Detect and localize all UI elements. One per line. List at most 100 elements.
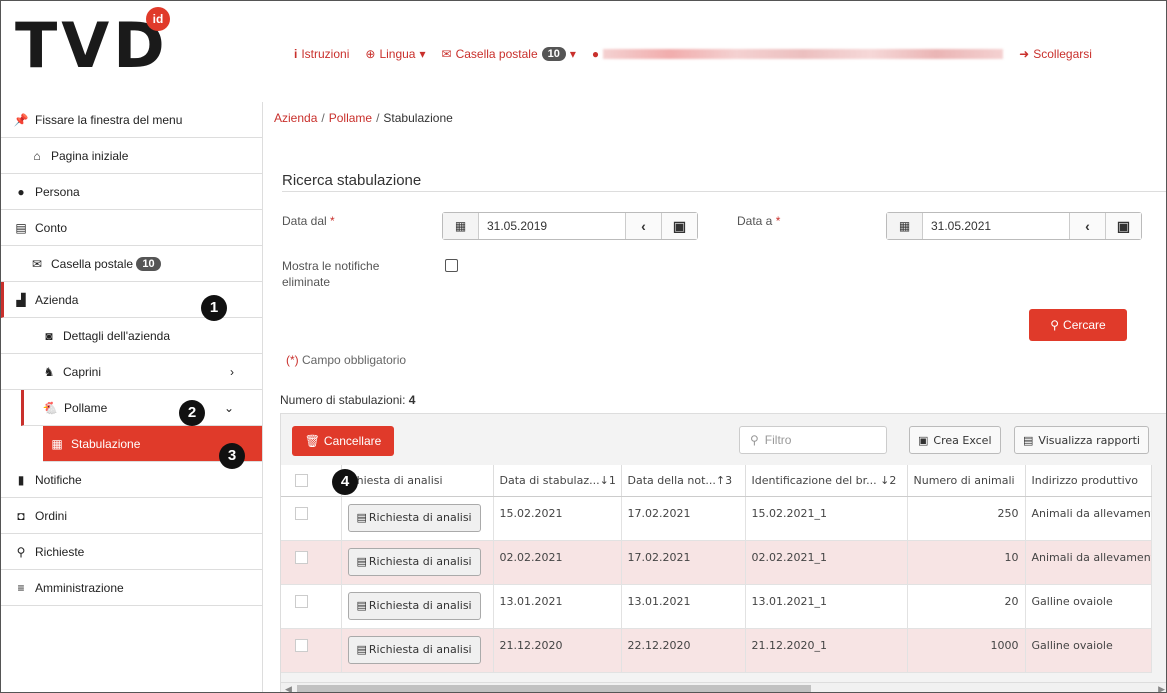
cell-id: 13.01.2021_1: [745, 584, 908, 629]
chicken-icon: 🐔: [42, 400, 58, 415]
id-card-icon: ▤: [15, 220, 27, 235]
date-to-input[interactable]: 31.05.2021: [923, 213, 1069, 239]
main-content: Azienda / Pollame / Stabulazione Ricerca sta…: [264, 102, 1166, 692]
analysis-request-button[interactable]: ▤ Richiesta di analisi: [347, 591, 481, 620]
sidebar-item-mailbox[interactable]: ✉ Casella postale 10: [1, 246, 262, 282]
row-checkbox[interactable]: [295, 550, 308, 564]
caret-down-icon: ▾: [419, 47, 426, 61]
industry-icon: ▟: [16, 292, 26, 307]
date-to-label: Data a *: [737, 214, 781, 228]
sidebar-item-account[interactable]: ▤ Conto: [1, 210, 262, 246]
user-name-redacted: [603, 49, 1004, 59]
sidebar-item-pin[interactable]: 📌 Fissare la finestra del menu: [1, 102, 262, 138]
title-divider: [282, 191, 1166, 192]
analysis-request-button[interactable]: ▤ Richiesta di analisi: [347, 547, 481, 576]
cell-date-notice: 17.02.2021: [621, 496, 746, 541]
step-marker-2: 2: [179, 400, 205, 426]
mailbox-count-badge: 10: [136, 256, 161, 271]
column-header[interactable]: Numero di animali: [907, 465, 1026, 497]
cell-animals: 20: [907, 584, 1026, 629]
date-from-label: Data dal *: [282, 214, 335, 228]
bag-icon: ◘: [17, 508, 25, 523]
column-header[interactable]: ichiesta di analisi: [341, 465, 494, 497]
select-all-checkbox[interactable]: [295, 473, 308, 487]
user-menu[interactable]: ●: [591, 47, 1004, 61]
sidebar-item-admin[interactable]: ≡ Amministrazione: [1, 570, 262, 606]
results-table: ichiesta di analisi Data di stabulaz...↓…: [281, 465, 1152, 673]
table-row[interactable]: ▤ Richiesta di analisi 02.02.2021 17.02.2…: [281, 540, 1152, 585]
scroll-right-icon[interactable]: ▶: [1158, 683, 1165, 692]
calendar-icon: ▦: [443, 213, 479, 239]
cell-date-housing: 21.12.2020: [493, 628, 622, 673]
breadcrumb-current: Stabulazione: [383, 111, 453, 125]
list-icon: ▤: [356, 643, 367, 656]
filter-input[interactable]: ⚲ Filtro: [739, 426, 887, 454]
info-icon: i: [294, 47, 298, 61]
cell-date-housing: 02.02.2021: [493, 540, 622, 585]
sidebar-item-requests[interactable]: ⚲ Richieste: [1, 534, 262, 570]
envelope-icon: ✉: [441, 47, 452, 61]
analysis-request-button[interactable]: ▤ Richiesta di analisi: [347, 503, 481, 532]
page-frame: TVD id i Istruzioni ⊕ Lingua ▾ ✉ Casella pos…: [0, 0, 1167, 693]
table-row[interactable]: ▤ Richiesta di analisi 15.02.2021 17.02.2…: [281, 496, 1152, 541]
sidebar-item-home[interactable]: ⌂ Pagina iniziale: [1, 138, 262, 174]
sidebar-item-orders[interactable]: ◘ Ordini: [1, 498, 262, 534]
row-checkbox[interactable]: [295, 594, 308, 608]
column-header[interactable]: Data della not...↑3: [621, 465, 746, 497]
sidebar-item-person[interactable]: ● Persona: [1, 174, 262, 210]
sign-out-icon: ➜: [1019, 47, 1030, 61]
list-icon: ▤: [356, 511, 367, 524]
results-panel: 🗑 Cancellare ⚲ Filtro ▣ Crea Excel ▤ Visuali…: [280, 413, 1166, 692]
cell-type: Galline ovaiole: [1025, 584, 1152, 629]
date-from-input[interactable]: 31.05.2019: [479, 213, 625, 239]
row-checkbox[interactable]: [295, 506, 308, 520]
top-nav: i Istruzioni ⊕ Lingua ▾ ✉ Casella postale 10 ▾…: [294, 47, 1092, 61]
language-menu[interactable]: ⊕ Lingua ▾: [365, 47, 425, 61]
cell-type: Animali da allevament: [1025, 496, 1152, 541]
horizontal-scrollbar[interactable]: ◀ ▶: [281, 682, 1166, 692]
chevron-right-icon: ›: [230, 364, 234, 379]
excel-file-icon: ▣: [918, 433, 929, 447]
show-deleted-checkbox[interactable]: [445, 259, 458, 272]
step-marker-1: 1: [201, 295, 227, 321]
cell-date-notice: 22.12.2020: [621, 628, 746, 673]
cell-date-notice: 17.02.2021: [621, 540, 746, 585]
create-excel-button[interactable]: ▣ Crea Excel: [909, 426, 1001, 454]
scroll-thumb[interactable]: [297, 685, 811, 692]
mailbox-menu[interactable]: ✉ Casella postale 10 ▾: [442, 47, 576, 61]
show-deleted-label: Mostra le notifiche eliminate: [282, 259, 380, 289]
date-from-prev-button[interactable]: ‹: [625, 213, 661, 239]
caret-down-icon: ▾: [569, 47, 576, 61]
date-to-picker-button[interactable]: ▣: [1105, 213, 1141, 239]
logout-link[interactable]: ➜ Scollegarsi: [1019, 47, 1092, 61]
sidebar-item-company-details[interactable]: ◙ Dettagli dell'azienda: [1, 318, 262, 354]
cell-type: Animali da allevament: [1025, 540, 1152, 585]
logo-badge: id: [146, 7, 170, 31]
delete-button[interactable]: 🗑 Cancellare: [292, 426, 394, 456]
date-to-prev-button[interactable]: ‹: [1069, 213, 1105, 239]
breadcrumb-poultry[interactable]: Pollame: [329, 111, 372, 125]
search-button[interactable]: ⚲ Cercare: [1029, 309, 1127, 341]
sidebar-item-poultry[interactable]: 🐔 Pollame ⌄: [21, 390, 262, 426]
date-to-field: ▦ 31.05.2021 ‹ ▣: [886, 212, 1142, 240]
column-header[interactable]: Identificazione del br... ↓2: [745, 465, 908, 497]
date-from-picker-button[interactable]: ▣: [661, 213, 697, 239]
row-checkbox[interactable]: [295, 638, 308, 652]
sidebar-item-notifications[interactable]: ▮ Notifiche: [1, 462, 262, 498]
view-reports-button[interactable]: ▤ Visualizza rapporti: [1014, 426, 1149, 454]
table-row[interactable]: ▤ Richiesta di analisi 21.12.2020 22.12.2…: [281, 628, 1152, 673]
user-icon: ●: [591, 47, 600, 61]
column-header[interactable]: Indirizzo produttivo: [1025, 465, 1152, 497]
breadcrumb-company[interactable]: Azienda: [274, 111, 317, 125]
user-icon: ●: [17, 184, 25, 199]
instructions-link[interactable]: i Istruzioni: [294, 47, 349, 61]
scroll-left-icon[interactable]: ◀: [285, 683, 292, 692]
analysis-request-button[interactable]: ▤ Richiesta di analisi: [347, 635, 481, 664]
column-header[interactable]: Data di stabulaz...↓1: [493, 465, 622, 497]
cell-type: Galline ovaiole: [1025, 628, 1152, 673]
logo[interactable]: TVD: [15, 15, 169, 77]
page-title: Ricerca stabulazione: [282, 172, 422, 189]
table-row[interactable]: ▤ Richiesta di analisi 13.01.2021 13.01.2…: [281, 584, 1152, 629]
sidebar-item-goats[interactable]: ♞ Caprini ›: [1, 354, 262, 390]
cell-date-housing: 15.02.2021: [493, 496, 622, 541]
